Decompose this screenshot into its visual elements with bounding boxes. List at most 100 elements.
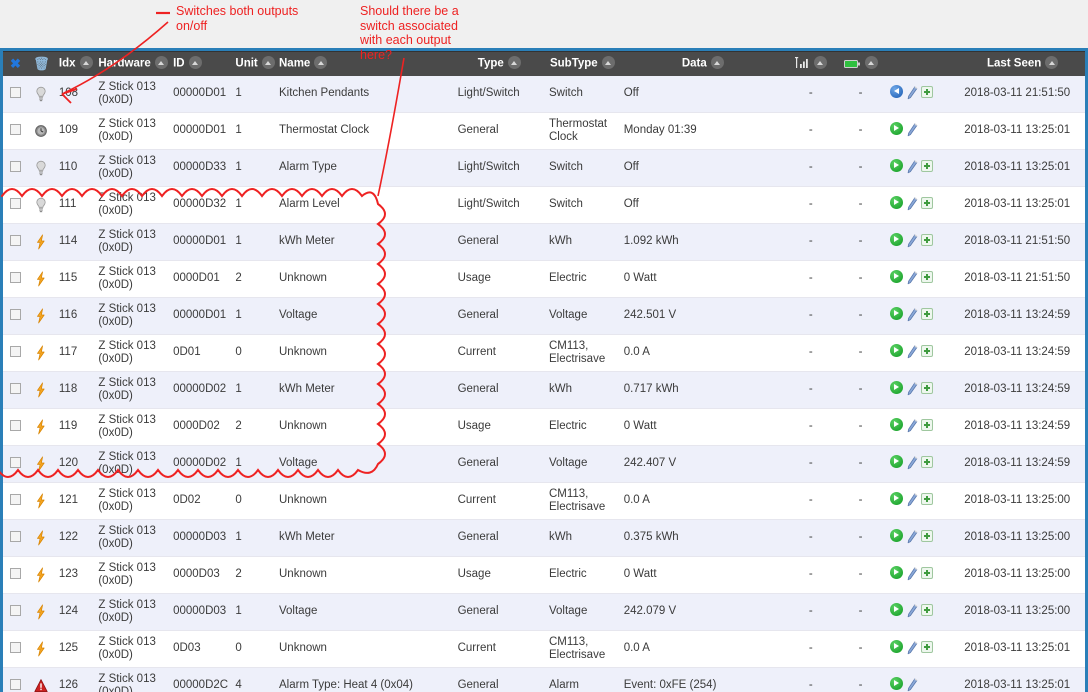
edit-pencil-icon[interactable] <box>906 123 918 137</box>
cell-actions[interactable] <box>885 593 961 631</box>
edit-pencil-icon[interactable] <box>906 493 918 507</box>
add-icon[interactable] <box>920 492 933 509</box>
sort-caret-battery-icon[interactable] <box>864 56 878 70</box>
row-checkbox[interactable] <box>9 420 21 432</box>
forward-arrow-icon[interactable] <box>889 307 903 324</box>
edit-pencil-icon[interactable] <box>906 308 918 322</box>
edit-pencil-icon[interactable] <box>906 382 918 396</box>
add-icon[interactable] <box>920 418 933 435</box>
table-row[interactable]: 120 Z Stick 013 (0x0D) 00000D02 1 Voltage Gene… <box>3 445 1085 483</box>
add-icon[interactable] <box>920 85 933 102</box>
edit-pencil-icon[interactable] <box>906 419 918 433</box>
add-icon[interactable] <box>920 270 933 287</box>
col-header-data[interactable]: Data <box>619 51 786 76</box>
table-row[interactable]: 110 Z Stick 013 (0x0D) 00000D33 1 Alarm Type L… <box>3 149 1085 187</box>
row-checkbox[interactable] <box>9 679 21 691</box>
sort-caret-idx-icon[interactable] <box>79 56 93 70</box>
cell-actions[interactable] <box>885 260 961 298</box>
table-row[interactable]: 114 Z Stick 013 (0x0D) 00000D01 1 kWh Meter Ge… <box>3 223 1085 261</box>
row-select-cell[interactable] <box>3 408 28 446</box>
forward-arrow-icon[interactable] <box>889 529 903 546</box>
row-select-cell[interactable] <box>3 482 28 520</box>
cell-actions[interactable] <box>885 408 961 446</box>
col-header-battery[interactable] <box>835 51 886 76</box>
row-select-cell[interactable] <box>3 297 28 335</box>
col-header-lastseen[interactable]: Last Seen <box>960 51 1085 76</box>
row-checkbox[interactable] <box>9 531 21 543</box>
table-row[interactable]: 108 Z Stick 013 (0x0D) 00000D01 1 Kitchen Pen… <box>3 75 1085 113</box>
edit-pencil-icon[interactable] <box>906 160 918 174</box>
row-select-cell[interactable] <box>3 186 28 224</box>
row-checkbox[interactable] <box>9 235 21 247</box>
forward-arrow-icon[interactable] <box>889 381 903 398</box>
row-select-cell[interactable] <box>3 260 28 298</box>
row-select-cell[interactable] <box>3 334 28 372</box>
row-select-cell[interactable] <box>3 556 28 594</box>
edit-pencil-icon[interactable] <box>906 234 918 248</box>
add-icon[interactable] <box>920 455 933 472</box>
add-icon[interactable] <box>920 196 933 213</box>
row-checkbox[interactable] <box>9 124 21 136</box>
sort-caret-hardware-icon[interactable] <box>154 56 168 70</box>
table-row[interactable]: 115 Z Stick 013 (0x0D) 0000D01 2 Unknown Usage… <box>3 260 1085 298</box>
forward-arrow-icon[interactable] <box>889 159 903 176</box>
row-select-cell[interactable] <box>3 75 28 113</box>
add-icon[interactable] <box>920 603 933 620</box>
forward-arrow-icon[interactable] <box>889 566 903 583</box>
trash-icon[interactable]: 🗑 <box>33 56 50 71</box>
cell-actions[interactable] <box>885 186 961 224</box>
col-header-signal[interactable] <box>785 51 836 76</box>
sort-caret-subtype-icon[interactable] <box>601 56 615 70</box>
row-checkbox[interactable] <box>9 198 21 210</box>
edit-pencil-icon[interactable] <box>906 604 918 618</box>
add-icon[interactable] <box>920 529 933 546</box>
add-icon[interactable] <box>920 381 933 398</box>
row-select-cell[interactable] <box>3 630 28 668</box>
edit-pencil-icon[interactable] <box>906 641 918 655</box>
row-select-cell[interactable] <box>3 223 28 261</box>
cell-actions[interactable] <box>885 667 961 692</box>
row-select-cell[interactable] <box>3 112 28 150</box>
col-header-shuffle[interactable]: ✖ <box>3 51 28 76</box>
col-header-hardware[interactable]: Hardware <box>94 51 170 76</box>
cell-actions[interactable] <box>885 149 961 187</box>
table-row[interactable]: 124 Z Stick 013 (0x0D) 00000D03 1 Voltage Gene… <box>3 593 1085 631</box>
forward-arrow-icon[interactable] <box>889 270 903 287</box>
forward-arrow-icon[interactable] <box>889 677 903 692</box>
edit-pencil-icon[interactable] <box>906 271 918 285</box>
shuffle-icon[interactable]: ✖ <box>10 56 21 71</box>
col-header-id[interactable]: ID <box>169 51 232 76</box>
sort-caret-name-icon[interactable] <box>314 56 328 70</box>
sort-caret-signal-icon[interactable] <box>813 56 827 70</box>
cell-actions[interactable] <box>885 630 961 668</box>
add-icon[interactable] <box>920 344 933 361</box>
table-row[interactable]: 126 Z Stick 013 (0x0D) 00000D2C 4 Alarm Type:… <box>3 667 1085 692</box>
forward-arrow-icon[interactable] <box>889 603 903 620</box>
cell-actions[interactable] <box>885 223 961 261</box>
cell-actions[interactable] <box>885 297 961 335</box>
col-header-type[interactable]: Type <box>453 51 545 76</box>
cell-actions[interactable] <box>885 519 961 557</box>
forward-arrow-icon[interactable] <box>889 455 903 472</box>
row-checkbox[interactable] <box>9 346 21 358</box>
row-select-cell[interactable] <box>3 149 28 187</box>
cell-actions[interactable] <box>885 482 961 520</box>
edit-pencil-icon[interactable] <box>906 86 918 100</box>
edit-pencil-icon[interactable] <box>906 567 918 581</box>
table-row[interactable]: 111 Z Stick 013 (0x0D) 00000D32 1 Alarm Level… <box>3 186 1085 224</box>
sort-caret-lastseen-icon[interactable] <box>1045 56 1059 70</box>
sort-caret-type-icon[interactable] <box>507 56 521 70</box>
forward-arrow-icon[interactable] <box>889 344 903 361</box>
back-arrow-icon[interactable] <box>889 85 903 102</box>
add-icon[interactable] <box>920 640 933 657</box>
cell-actions[interactable] <box>885 556 961 594</box>
table-row[interactable]: 117 Z Stick 013 (0x0D) 0D01 0 Unknown Current C… <box>3 334 1085 372</box>
row-select-cell[interactable] <box>3 371 28 409</box>
edit-pencil-icon[interactable] <box>906 345 918 359</box>
col-header-unit[interactable]: Unit <box>231 51 275 76</box>
table-row[interactable]: 122 Z Stick 013 (0x0D) 00000D03 1 kWh Meter Ge… <box>3 519 1085 557</box>
edit-pencil-icon[interactable] <box>906 456 918 470</box>
add-icon[interactable] <box>920 233 933 250</box>
row-checkbox[interactable] <box>9 87 21 99</box>
forward-arrow-icon[interactable] <box>889 196 903 213</box>
